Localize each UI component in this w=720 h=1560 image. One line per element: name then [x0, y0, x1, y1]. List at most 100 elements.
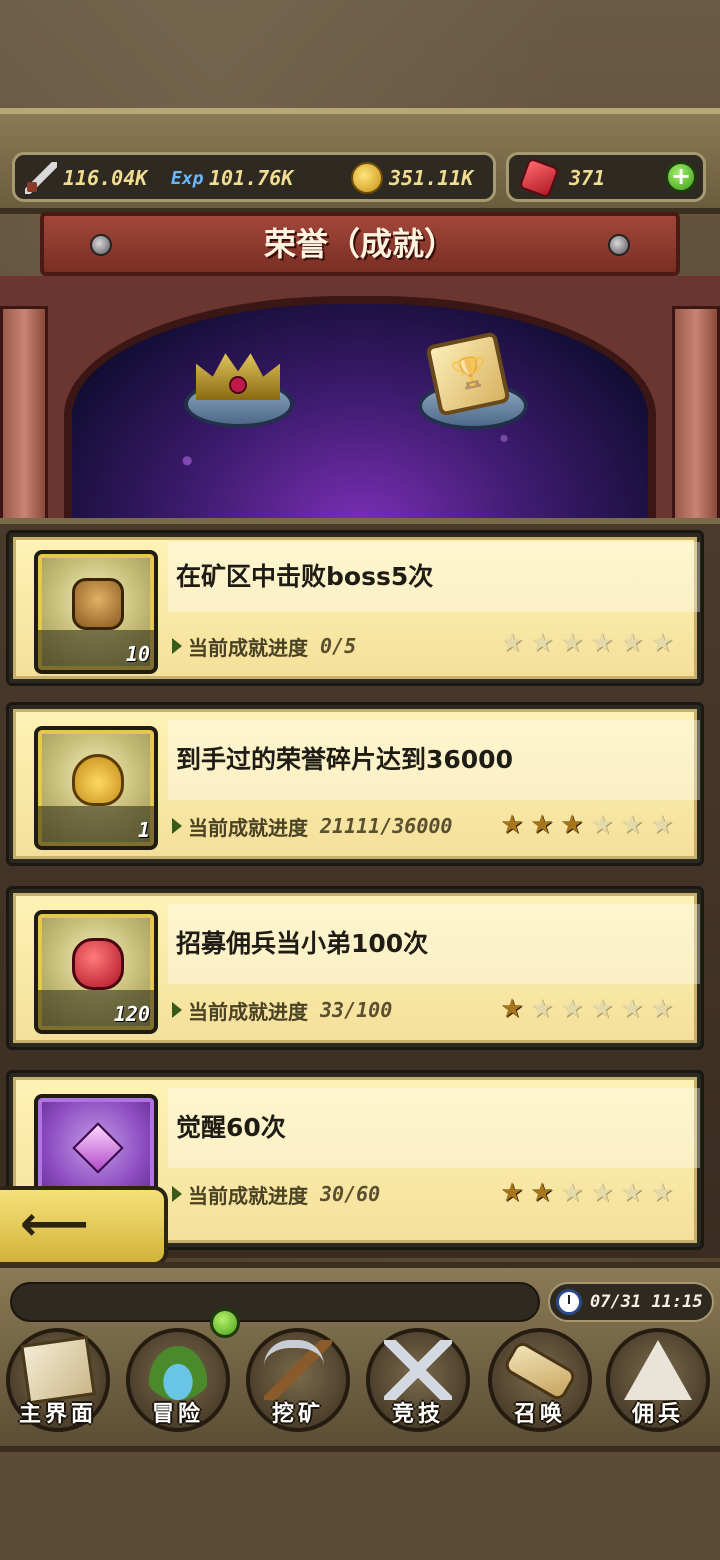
star-empty-icon: ★	[530, 628, 554, 658]
star-filled-icon: ★	[560, 810, 584, 840]
ruby-gem-icon	[518, 157, 560, 199]
progress-label: 当前成就进度	[188, 999, 308, 1024]
card-body: 1 到手过的荣誉碎片达到36000 当前成就进度 21111/36000 ★ ★ ★…	[13, 709, 700, 859]
nav-arena[interactable]: 竞技	[360, 1328, 476, 1432]
gold-coin-icon	[351, 162, 383, 194]
star-empty-icon: ★	[590, 810, 614, 840]
triangle-bullet-icon	[172, 1186, 182, 1202]
progress-label: 当前成就进度	[188, 1183, 308, 1208]
star-filled-icon: ★	[500, 994, 524, 1024]
card-body: 10 在矿区中击败boss5次 当前成就进度 0/5 ★ ★ ★ ★ ★ ★	[13, 537, 700, 679]
progress-row: 当前成就进度 21111/36000	[172, 806, 452, 846]
progress-value: 30/60	[320, 1182, 381, 1206]
gem-panel: 371 +	[506, 152, 706, 202]
exp-value: 101.76K	[209, 166, 294, 190]
gold-value: 351.11K	[389, 166, 474, 190]
exp-icon: Exp	[171, 167, 204, 189]
footer-background	[0, 1452, 720, 1560]
island-icon	[144, 1340, 212, 1400]
golem-icon	[72, 578, 124, 630]
triangle-bullet-icon	[172, 1002, 182, 1018]
star-empty-icon: ★	[620, 1178, 644, 1208]
notification-dot	[210, 1308, 240, 1338]
exp-resource: Exp 101.76K	[171, 161, 293, 195]
nav-mining[interactable]: 挖矿	[240, 1328, 356, 1432]
star-filled-icon: ★	[530, 810, 554, 840]
achievement-title: 招募佣兵当小弟100次	[168, 904, 700, 984]
star-empty-icon: ★	[650, 810, 674, 840]
achievement-card[interactable]: 10 在矿区中击败boss5次 当前成就进度 0/5 ★ ★ ★ ★ ★ ★	[6, 530, 704, 686]
gold-bag-icon	[72, 754, 124, 806]
star-empty-icon: ★	[650, 1178, 674, 1208]
purple-crystal-icon	[72, 1122, 124, 1174]
reward-count: 10	[125, 642, 150, 666]
crown-gem-icon	[229, 376, 247, 394]
gem-resource: 371	[518, 157, 606, 199]
star-empty-icon: ★	[500, 628, 524, 658]
nav-summon[interactable]: 召唤	[482, 1328, 598, 1432]
right-pillar	[672, 306, 720, 526]
bottom-nav: 07/31 11:15 主界面 冒险 挖矿 竞技 召唤 佣兵	[0, 1262, 720, 1452]
resource-panel: 116.04K Exp 101.76K 351.11K	[12, 152, 496, 202]
star-rating: ★ ★ ★ ★ ★ ★	[498, 628, 676, 658]
star-empty-icon: ★	[590, 994, 614, 1024]
achievement-card[interactable]: 1 到手过的荣誉碎片达到36000 当前成就进度 21111/36000 ★ ★ ★…	[6, 702, 704, 866]
clock-text: 07/31 11:15	[590, 1292, 703, 1312]
nav-home[interactable]: 主界面	[0, 1328, 116, 1432]
progress-label: 当前成就进度	[188, 815, 308, 840]
page-title: 荣誉（成就）	[263, 225, 456, 263]
add-gems-button[interactable]: +	[665, 161, 697, 193]
achievement-scroll-icon[interactable]	[425, 331, 511, 417]
achievement-title: 觉醒60次	[168, 1088, 700, 1168]
progress-row: 当前成就进度 30/60	[172, 1174, 380, 1214]
card-body: 120 招募佣兵当小弟100次 当前成就进度 33/100 ★ ★ ★ ★ ★ ★	[13, 893, 700, 1043]
triangle-bullet-icon	[172, 818, 182, 834]
clock-display: 07/31 11:15	[548, 1282, 714, 1322]
progress-value: 21111/36000	[320, 814, 453, 838]
star-empty-icon: ★	[650, 628, 674, 658]
progress-label: 当前成就进度	[188, 635, 308, 660]
progress-row: 当前成就进度 0/5	[172, 626, 356, 666]
bolt-icon	[90, 234, 112, 256]
reward-count: 120	[113, 1002, 150, 1026]
star-rating: ★ ★ ★ ★ ★ ★	[498, 1178, 676, 1208]
nav-label: 佣兵	[631, 1402, 684, 1427]
progress-value: 33/100	[320, 998, 393, 1022]
sword-icon	[25, 162, 57, 194]
star-filled-icon: ★	[530, 1178, 554, 1208]
nav-label: 竞技	[391, 1402, 444, 1427]
message-ticker	[10, 1282, 540, 1322]
thumb-shade	[38, 806, 154, 846]
reward-thumb: 10	[34, 550, 158, 674]
clock-icon	[556, 1289, 582, 1315]
star-filled-icon: ★	[500, 810, 524, 840]
back-button[interactable]: ⟵	[0, 1186, 168, 1266]
gold-resource: 351.11K	[351, 161, 473, 195]
gem-value: 371	[569, 166, 606, 190]
star-empty-icon: ★	[620, 994, 644, 1024]
ruby-icon	[72, 938, 124, 990]
achievement-card[interactable]: 120 招募佣兵当小弟100次 当前成就进度 33/100 ★ ★ ★ ★ ★ ★	[6, 886, 704, 1050]
star-rating: ★ ★ ★ ★ ★ ★	[498, 994, 676, 1024]
reward-thumb: 1	[34, 726, 158, 850]
star-empty-icon: ★	[560, 628, 584, 658]
star-empty-icon: ★	[620, 810, 644, 840]
crossed-swords-icon	[384, 1340, 452, 1400]
reward-thumb: 120	[34, 910, 158, 1034]
triangle-bullet-icon	[172, 638, 182, 654]
nav-mercenary[interactable]: 佣兵	[600, 1328, 716, 1432]
reward-count: 1	[137, 818, 150, 842]
left-pillar	[0, 306, 48, 526]
currency-bar: 116.04K Exp 101.76K 351.11K 371 +	[0, 108, 720, 214]
pickaxe-icon	[264, 1340, 332, 1400]
starry-arch	[64, 296, 656, 536]
star-empty-icon: ★	[560, 994, 584, 1024]
star-empty-icon: ★	[590, 1178, 614, 1208]
star-rating: ★ ★ ★ ★ ★ ★	[498, 810, 676, 840]
star-filled-icon: ★	[500, 1178, 524, 1208]
nav-adventure[interactable]: 冒险	[120, 1328, 236, 1432]
achievement-title: 到手过的荣誉碎片达到36000	[168, 720, 700, 800]
nav-label: 召唤	[513, 1402, 566, 1427]
nav-label: 挖矿	[271, 1402, 324, 1427]
nav-label: 主界面	[18, 1402, 97, 1427]
